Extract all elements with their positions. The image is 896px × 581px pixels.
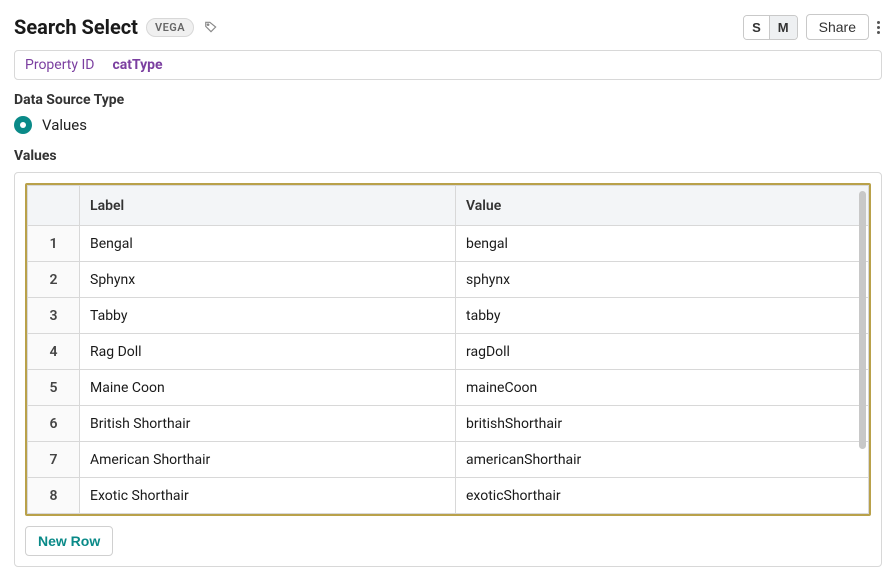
property-id-label: Property ID: [25, 57, 94, 73]
table-row[interactable]: 8Exotic ShorthairexoticShorthair: [28, 478, 869, 514]
row-value-cell[interactable]: sphynx: [456, 262, 869, 298]
row-index: 6: [28, 406, 80, 442]
table-header-row: Label Value: [28, 186, 869, 226]
values-section-title: Values: [14, 148, 882, 164]
row-index: 7: [28, 442, 80, 478]
size-small-button[interactable]: S: [744, 16, 769, 39]
row-index: 8: [28, 478, 80, 514]
values-table: Label Value 1Bengalbengal2Sphynxsphynx3T…: [27, 185, 869, 514]
row-label-cell[interactable]: Rag Doll: [80, 334, 456, 370]
row-index: 3: [28, 298, 80, 334]
header-bar: Search Select VEGA S M Share: [14, 14, 882, 40]
table-header-label[interactable]: Label: [80, 186, 456, 226]
row-label-cell[interactable]: Maine Coon: [80, 370, 456, 406]
property-id-value: catType: [112, 57, 162, 73]
row-label-cell[interactable]: American Shorthair: [80, 442, 456, 478]
values-table-container: Label Value 1Bengalbengal2Sphynxsphynx3T…: [25, 183, 871, 516]
row-label-cell[interactable]: Sphynx: [80, 262, 456, 298]
row-value-cell[interactable]: britishShorthair: [456, 406, 869, 442]
data-source-option-values[interactable]: Values: [14, 116, 882, 134]
row-index: 5: [28, 370, 80, 406]
size-medium-button[interactable]: M: [769, 16, 797, 39]
row-value-cell[interactable]: americanShorthair: [456, 442, 869, 478]
table-row[interactable]: 1Bengalbengal: [28, 226, 869, 262]
row-index: 1: [28, 226, 80, 262]
radio-option-label: Values: [42, 116, 87, 134]
row-label-cell[interactable]: Bengal: [80, 226, 456, 262]
vega-badge: VEGA: [146, 18, 194, 37]
table-row[interactable]: 4Rag DollragDoll: [28, 334, 869, 370]
row-value-cell[interactable]: maineCoon: [456, 370, 869, 406]
row-index: 4: [28, 334, 80, 370]
table-row[interactable]: 6British ShorthairbritishShorthair: [28, 406, 869, 442]
table-row[interactable]: 2Sphynxsphynx: [28, 262, 869, 298]
tag-icon[interactable]: [204, 20, 218, 34]
row-value-cell[interactable]: exoticShorthair: [456, 478, 869, 514]
table-row[interactable]: 7American ShorthairamericanShorthair: [28, 442, 869, 478]
row-label-cell[interactable]: British Shorthair: [80, 406, 456, 442]
table-header-index: [28, 186, 80, 226]
radio-selected-icon: [14, 116, 32, 134]
row-value-cell[interactable]: ragDoll: [456, 334, 869, 370]
table-header-value[interactable]: Value: [456, 186, 869, 226]
row-label-cell[interactable]: Exotic Shorthair: [80, 478, 456, 514]
property-id-bar[interactable]: Property ID catType: [14, 50, 882, 80]
row-label-cell[interactable]: Tabby: [80, 298, 456, 334]
new-row-button[interactable]: New Row: [25, 526, 113, 556]
table-row[interactable]: 3Tabbytabby: [28, 298, 869, 334]
row-index: 2: [28, 262, 80, 298]
table-row[interactable]: 5Maine CoonmaineCoon: [28, 370, 869, 406]
data-source-type-label: Data Source Type: [14, 92, 882, 108]
scrollbar-thumb[interactable]: [859, 191, 866, 449]
row-value-cell[interactable]: bengal: [456, 226, 869, 262]
share-button[interactable]: Share: [806, 14, 869, 40]
row-value-cell[interactable]: tabby: [456, 298, 869, 334]
page-title: Search Select: [14, 15, 138, 39]
values-panel: Label Value 1Bengalbengal2Sphynxsphynx3T…: [14, 172, 882, 567]
size-toggle-group: S M: [743, 15, 798, 40]
more-menu-icon[interactable]: [875, 17, 882, 38]
